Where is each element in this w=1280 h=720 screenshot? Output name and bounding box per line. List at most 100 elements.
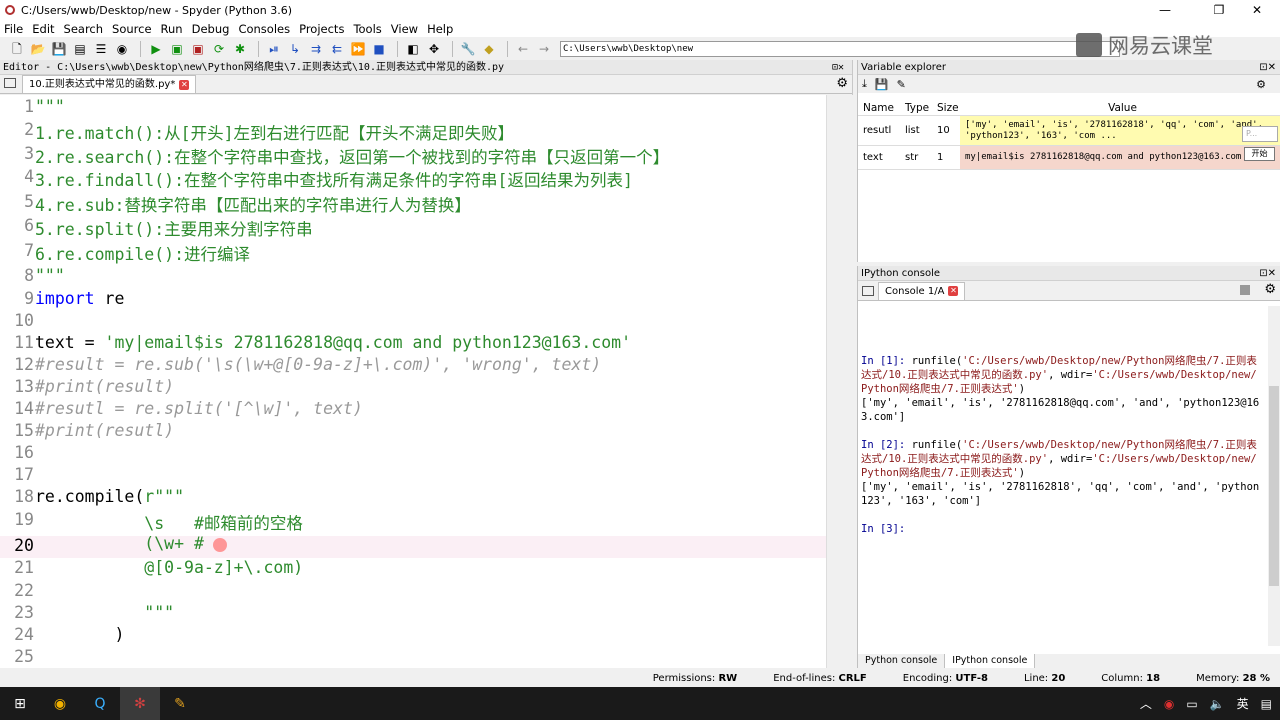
- editor-tab[interactable]: 10.正则表达式中常见的函数.py* ✕: [22, 75, 197, 93]
- col-value[interactable]: Value: [960, 102, 1280, 114]
- python-path-icon[interactable]: ◆: [480, 41, 498, 57]
- toolbar-separator: [397, 40, 398, 57]
- variable-explorer-pane: Variable explorer ⊡✕ ⤓ 💾 ✎ ⚙ Name Type S…: [857, 60, 1280, 262]
- menu-run[interactable]: Run: [161, 22, 183, 36]
- scrollbar-thumb[interactable]: [1269, 386, 1279, 586]
- forward-arrow-icon[interactable]: →: [535, 41, 553, 57]
- network-icon[interactable]: ▭: [1186, 697, 1197, 711]
- editor-tab-label: 10.正则表达式中常见的函数.py*: [29, 79, 176, 90]
- code-editor[interactable]: 1 """ 2 1.re.match():从[开头]左到右进行匹配【开头不满足即…: [0, 95, 826, 668]
- back-arrow-icon[interactable]: ←: [514, 41, 532, 57]
- fullscreen-icon[interactable]: ✥: [425, 41, 443, 57]
- run-selection-icon[interactable]: ✱: [231, 41, 249, 57]
- console-scrollbar[interactable]: [1268, 306, 1280, 646]
- notification-icon[interactable]: ▤: [1261, 697, 1272, 711]
- windows-start-icon[interactable]: ⊞: [0, 687, 40, 720]
- line-number: 3: [24, 144, 34, 163]
- code-line: @[0-9a-z]+\.com): [35, 558, 304, 577]
- menu-view[interactable]: View: [391, 22, 418, 36]
- menu-search[interactable]: Search: [64, 22, 104, 36]
- step-return-icon[interactable]: ⇇: [328, 41, 346, 57]
- col-name[interactable]: Name: [858, 102, 900, 114]
- close-button[interactable]: ✕: [1234, 0, 1280, 20]
- working-directory-input[interactable]: C:\Users\wwb\Desktop\new: [560, 40, 1120, 57]
- menu-edit[interactable]: Edit: [32, 22, 54, 36]
- save-data-icon[interactable]: 💾: [875, 78, 889, 91]
- import-data-icon[interactable]: ⤓: [862, 77, 867, 91]
- run-cell-icon[interactable]: ▣: [168, 41, 186, 57]
- tray-expand-icon[interactable]: ︿: [1140, 695, 1152, 712]
- open-file-icon[interactable]: 📂: [29, 41, 47, 57]
- browse-tabs-icon[interactable]: ◉: [113, 41, 131, 57]
- console-result-2: ['my', 'email', 'is', '2781162818', 'qq'…: [861, 481, 1260, 507]
- line-number: 14: [14, 399, 34, 418]
- line-number: 22: [14, 581, 34, 600]
- status-line: Line: 20: [1023, 673, 1066, 684]
- record-icon[interactable]: ◉: [1164, 697, 1174, 711]
- code-line: 2.re.search():在整个字符串中查找，返回第一个被找到的字符串【只返回…: [35, 148, 670, 167]
- stop-icon[interactable]: [1240, 285, 1250, 295]
- variable-explorer-title: Variable explorer: [861, 62, 946, 73]
- comment-line: #print(resutl): [35, 421, 175, 440]
- debug-icon[interactable]: ⏯: [265, 41, 283, 57]
- menu-projects[interactable]: Projects: [299, 22, 344, 36]
- spyder-taskbar-icon[interactable]: ✻: [120, 687, 160, 720]
- step-into-icon[interactable]: ⇉: [307, 41, 325, 57]
- code-line: text = 'my|email$is 2781162818@qq.com an…: [35, 333, 631, 352]
- col-size[interactable]: Size: [932, 102, 960, 114]
- string-literal: 'my|email$is 2781162818@qq.com and pytho…: [104, 333, 632, 352]
- browse-tabs-icon[interactable]: [862, 286, 874, 296]
- menu-debug[interactable]: Debug: [192, 22, 230, 36]
- run-icon[interactable]: ▶: [147, 41, 165, 57]
- rerun-icon[interactable]: ⟳: [210, 41, 228, 57]
- gear-icon[interactable]: ⚙: [1256, 78, 1266, 91]
- pane-controls-icon[interactable]: ⊡✕: [1259, 266, 1276, 281]
- string-literal: r""": [144, 487, 185, 506]
- table-row[interactable]: text str 1 my|email$is 2781162818@qq.com…: [858, 146, 1280, 170]
- table-row[interactable]: resutl list 10 ['my', 'email', 'is', '27…: [858, 116, 1280, 146]
- close-tab-icon[interactable]: ✕: [179, 79, 190, 90]
- browse-tabs-icon[interactable]: [4, 78, 16, 88]
- paint-icon[interactable]: ✎: [160, 687, 200, 720]
- maximize-pane-icon[interactable]: ◧: [404, 41, 422, 57]
- col-type[interactable]: Type: [900, 102, 932, 114]
- var-size: 1: [937, 152, 944, 163]
- editor-scrollbar[interactable]: [826, 95, 853, 668]
- code-line: """: [35, 603, 175, 622]
- start-button[interactable]: 开始: [1244, 147, 1275, 161]
- cursor-indicator-icon: [213, 538, 227, 552]
- step-icon[interactable]: ↳: [286, 41, 304, 57]
- pane-controls-icon[interactable]: ⊡✕: [1259, 60, 1276, 75]
- save-icon[interactable]: 💾: [50, 41, 68, 57]
- stop-debug-icon[interactable]: ■: [370, 41, 388, 57]
- tab-ipython-console[interactable]: IPython console: [945, 654, 1036, 668]
- menu-tools[interactable]: Tools: [353, 22, 381, 36]
- menu-file[interactable]: File: [4, 22, 23, 36]
- console-output[interactable]: In [1]: runfile('C:/Users/wwb/Desktop/ne…: [861, 354, 1261, 536]
- gear-icon[interactable]: ⚙: [836, 76, 848, 91]
- run-cell-advance-icon[interactable]: ▣: [189, 41, 207, 57]
- gear-icon[interactable]: ⚙: [1264, 282, 1276, 297]
- remove-all-icon[interactable]: ✎: [897, 78, 906, 91]
- chrome-icon[interactable]: ◉: [40, 687, 80, 720]
- volume-icon[interactable]: 🔈: [1210, 697, 1225, 711]
- menu-help[interactable]: Help: [427, 22, 453, 36]
- continue-icon[interactable]: ⏩: [349, 41, 367, 57]
- menu-consoles[interactable]: Consoles: [238, 22, 290, 36]
- comment-line: #resutl = re.split('[^\w]', text): [35, 399, 363, 418]
- menu-source[interactable]: Source: [112, 22, 152, 36]
- console-tab[interactable]: Console 1/A ✕: [878, 281, 966, 300]
- console-cmd: runfile(: [911, 355, 963, 367]
- save-all-icon[interactable]: ▤: [71, 41, 89, 57]
- list-icon[interactable]: ☰: [92, 41, 110, 57]
- preferences-icon[interactable]: 🔧: [459, 41, 477, 57]
- line-number: 18: [14, 487, 34, 506]
- undock-icon[interactable]: ⊡✕: [832, 60, 844, 75]
- qq-browser-icon[interactable]: Q: [80, 687, 120, 720]
- minimize-button[interactable]: —: [1142, 0, 1188, 20]
- new-file-icon[interactable]: 🗋: [8, 41, 26, 57]
- tab-python-console[interactable]: Python console: [858, 654, 946, 668]
- line-number: 11: [14, 333, 34, 352]
- close-tab-icon[interactable]: ✕: [948, 286, 959, 296]
- input-language[interactable]: 英: [1237, 695, 1249, 712]
